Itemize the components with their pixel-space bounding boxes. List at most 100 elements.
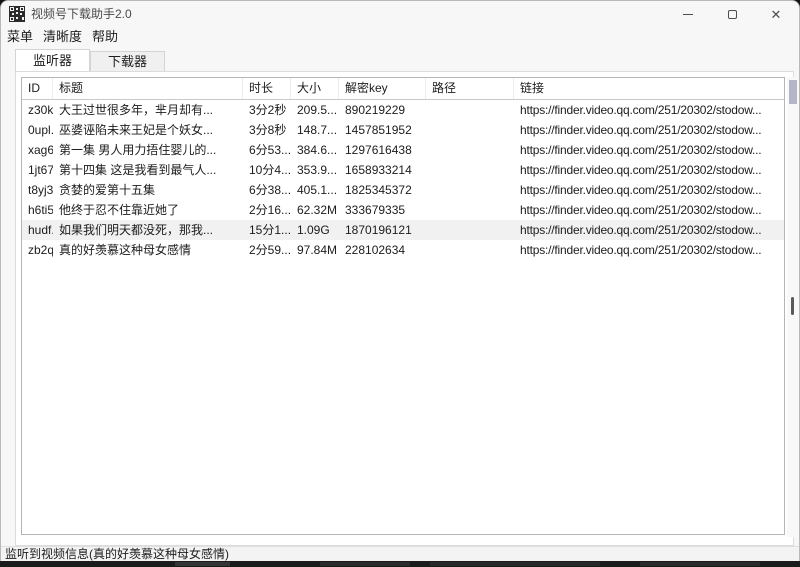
table-header: ID标题时长大小解密key路径链接 xyxy=(22,78,784,100)
cell-size: 405.1... xyxy=(291,180,339,200)
cell-title: 他终于忍不住靠近她了 xyxy=(53,200,243,220)
column-header-title[interactable]: 标题 xyxy=(53,78,243,99)
cell-deckey: 1658933214 xyxy=(339,160,426,180)
cell-title: 第一集 男人用力捂住婴儿的... xyxy=(53,140,243,160)
cell-title: 大王过世很多年，芈月却有... xyxy=(53,100,243,120)
cell-duration: 6分38... xyxy=(243,180,291,200)
cell-path xyxy=(426,240,514,260)
cell-id: xag6... xyxy=(22,140,53,160)
table-row[interactable]: 1jt67...第十四集 这是我看到最气人...10分4...353.9...1… xyxy=(22,160,784,180)
column-header-path[interactable]: 路径 xyxy=(426,78,514,99)
cell-deckey: 1297616438 xyxy=(339,140,426,160)
table-row[interactable]: z30k...大王过世很多年，芈月却有...3分2秒209.5...890219… xyxy=(22,100,784,120)
tab-1[interactable]: 下载器 xyxy=(90,51,165,71)
cell-deckey: 890219229 xyxy=(339,100,426,120)
cell-size: 1.09G xyxy=(291,220,339,240)
table-row[interactable]: t8yj3...贪婪的爱第十五集6分38...405.1...182534537… xyxy=(22,180,784,200)
column-header-duration[interactable]: 时长 xyxy=(243,78,291,99)
column-header-link[interactable]: 链接 xyxy=(514,78,784,99)
status-bar: 监听到视频信息(真的好羡慕这种母女感情) xyxy=(1,546,799,561)
cell-link: https://finder.video.qq.com/251/20302/st… xyxy=(514,180,784,200)
cell-title: 巫婆诬陷未来王妃是个妖女... xyxy=(53,120,243,140)
cell-link: https://finder.video.qq.com/251/20302/st… xyxy=(514,140,784,160)
cell-size: 384.6... xyxy=(291,140,339,160)
cell-path xyxy=(426,200,514,220)
cell-deckey: 1457851952 xyxy=(339,120,426,140)
cell-duration: 3分8秒 xyxy=(243,120,291,140)
cell-id: z30k... xyxy=(22,100,53,120)
cell-duration: 6分53... xyxy=(243,140,291,160)
cell-id: t8yj3... xyxy=(22,180,53,200)
cell-id: 0upl... xyxy=(22,120,53,140)
video-table: ID标题时长大小解密key路径链接 z30k...大王过世很多年，芈月却有...… xyxy=(21,77,785,535)
cell-size: 209.5... xyxy=(291,100,339,120)
cell-path xyxy=(426,220,514,240)
title-bar: 视频号下载助手2.0 ✕ xyxy=(1,1,799,27)
table-body: z30k...大王过世很多年，芈月却有...3分2秒209.5...890219… xyxy=(22,100,784,260)
cell-size: 353.9... xyxy=(291,160,339,180)
column-header-size[interactable]: 大小 xyxy=(291,78,339,99)
column-header-id[interactable]: ID xyxy=(22,78,53,99)
cell-deckey: 1825345372 xyxy=(339,180,426,200)
background-noise xyxy=(430,562,600,566)
cell-size: 62.32M xyxy=(291,200,339,220)
cell-duration: 15分1... xyxy=(243,220,291,240)
app-window: 视频号下载助手2.0 ✕ 菜单清晰度帮助 监听器下载器 ID标题时长大小解密ke… xyxy=(0,0,800,561)
cell-title: 真的好羡慕这种母女感情 xyxy=(53,240,243,260)
cell-duration: 2分16... xyxy=(243,200,291,220)
close-icon: ✕ xyxy=(771,8,782,21)
cell-id: hudf... xyxy=(22,220,53,240)
cell-path xyxy=(426,100,514,120)
menu-bar: 菜单清晰度帮助 xyxy=(2,27,123,47)
cell-link: https://finder.video.qq.com/251/20302/st… xyxy=(514,120,784,140)
cell-link: https://finder.video.qq.com/251/20302/st… xyxy=(514,240,784,260)
overlay-scrollbar-dash xyxy=(791,297,794,315)
status-text: 监听到视频信息(真的好羡慕这种母女感情) xyxy=(5,547,229,561)
tab-bar: 监听器下载器 xyxy=(15,49,165,71)
cell-link: https://finder.video.qq.com/251/20302/st… xyxy=(514,200,784,220)
cell-path xyxy=(426,180,514,200)
background-noise xyxy=(175,562,230,566)
cell-duration: 3分2秒 xyxy=(243,100,291,120)
table-row[interactable]: 0upl...巫婆诬陷未来王妃是个妖女...3分8秒148.7...145785… xyxy=(22,120,784,140)
listener-tab-panel: ID标题时长大小解密key路径链接 z30k...大王过世很多年，芈月却有...… xyxy=(15,71,794,546)
cell-duration: 2分59... xyxy=(243,240,291,260)
minimize-button[interactable] xyxy=(666,1,710,27)
cell-title: 第十四集 这是我看到最气人... xyxy=(53,160,243,180)
cell-deckey: 333679335 xyxy=(339,200,426,220)
cell-link: https://finder.video.qq.com/251/20302/st… xyxy=(514,100,784,120)
cell-deckey: 1870196121 xyxy=(339,220,426,240)
cell-id: zb2q... xyxy=(22,240,53,260)
maximize-icon xyxy=(728,10,737,19)
cell-size: 97.84M xyxy=(291,240,339,260)
cell-link: https://finder.video.qq.com/251/20302/st… xyxy=(514,160,784,180)
menu-item-2[interactable]: 帮助 xyxy=(87,27,123,47)
minimize-icon xyxy=(683,14,693,15)
cell-id: 1jt67... xyxy=(22,160,53,180)
window-title: 视频号下载助手2.0 xyxy=(31,1,132,27)
menu-item-0[interactable]: 菜单 xyxy=(2,27,38,47)
menu-item-1[interactable]: 清晰度 xyxy=(38,27,87,47)
maximize-button[interactable] xyxy=(710,1,754,27)
column-header-deckey[interactable]: 解密key xyxy=(339,78,426,99)
scrollbar-thumb[interactable] xyxy=(789,80,797,104)
cell-path xyxy=(426,120,514,140)
cell-title: 如果我们明天都没死，那我... xyxy=(53,220,243,240)
cell-deckey: 228102634 xyxy=(339,240,426,260)
tab-0[interactable]: 监听器 xyxy=(15,49,90,71)
table-row[interactable]: xag6...第一集 男人用力捂住婴儿的...6分53...384.6...12… xyxy=(22,140,784,160)
close-button[interactable]: ✕ xyxy=(754,1,798,27)
window-controls: ✕ xyxy=(666,1,798,27)
cell-size: 148.7... xyxy=(291,120,339,140)
table-row[interactable]: zb2q...真的好羡慕这种母女感情2分59...97.84M228102634… xyxy=(22,240,784,260)
table-row[interactable]: h6ti5...他终于忍不住靠近她了2分16...62.32M333679335… xyxy=(22,200,784,220)
cell-path xyxy=(426,160,514,180)
table-row[interactable]: hudf...如果我们明天都没死，那我...15分1...1.09G187019… xyxy=(22,220,784,240)
background-window-strip xyxy=(0,561,800,567)
cell-link: https://finder.video.qq.com/251/20302/st… xyxy=(514,220,784,240)
app-icon[interactable] xyxy=(9,6,25,22)
background-noise xyxy=(320,562,410,566)
cell-duration: 10分4... xyxy=(243,160,291,180)
cell-title: 贪婪的爱第十五集 xyxy=(53,180,243,200)
background-noise xyxy=(640,562,760,566)
